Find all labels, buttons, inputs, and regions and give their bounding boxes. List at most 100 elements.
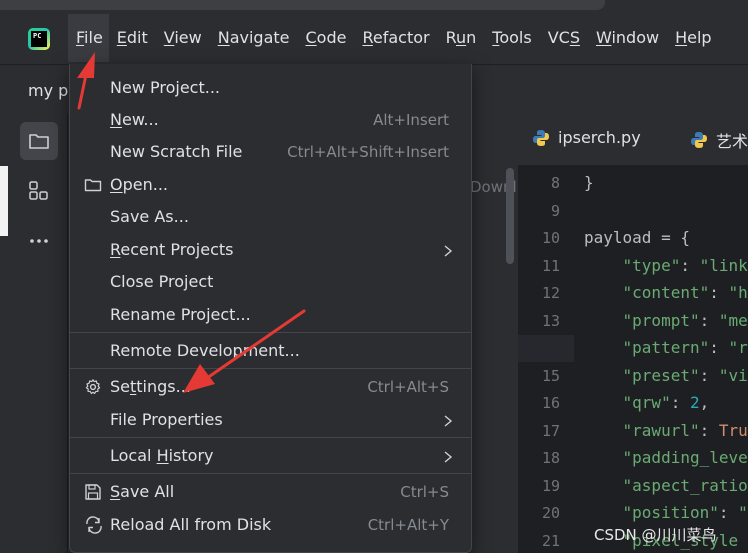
menu-refactor[interactable]: Refactor [354,14,437,62]
code-token: } [584,173,594,192]
code-token: " [738,503,748,522]
menu-item-new-project[interactable]: New Project... [70,72,471,104]
menu-tools[interactable]: Tools [484,14,539,62]
label-part: pen... [122,175,168,194]
mnemonic-letter: O [110,175,123,194]
menu-item-local-history[interactable]: Local History [70,440,471,472]
logo-text: PC [31,31,47,47]
pycharm-logo-icon[interactable]: PC [28,28,50,50]
menu-separator [70,368,471,369]
code-token: : [670,393,690,412]
menu-item-reload-all-from-disk[interactable]: Reload All from Disk Ctrl+Alt+Y [70,509,471,541]
line-number: 21 [541,531,560,550]
save-icon [84,483,102,505]
mnemonic-letter: C [305,28,317,47]
mnemonic-letter: N [110,110,122,129]
menu-item-shortcut: Alt+Insert [373,111,449,129]
menu-item-remote-development[interactable]: Remote Development... [70,335,471,367]
menu-help[interactable]: Help [667,14,719,62]
menu-item-new-scratch-file[interactable]: New Scratch File Ctrl+Alt+Shift+Insert [70,136,471,168]
menu-item-new[interactable]: New... Alt+Insert [70,104,471,136]
project-tool-button[interactable] [20,122,58,160]
code-token: "link [699,255,748,275]
menu-item-recent-projects[interactable]: Recent Projects [70,234,471,266]
menu-item-shortcut: Ctrl+S [400,483,449,501]
structure-icon [29,181,48,200]
menu-window[interactable]: Window [588,14,667,62]
code-line: "qrw": 2, [584,393,710,412]
folder-icon [84,176,102,198]
menu-item-label: Remote Development... [110,341,300,360]
mnemonic-letter: E [116,28,127,47]
label-part: Reload All from Disk [110,515,272,534]
label-part: ew... [121,110,159,129]
code-line: "preset": "vi [584,366,748,385]
menu-item-open[interactable]: Open... [70,169,471,201]
menu-file[interactable]: File [68,14,109,62]
menu-separator [70,437,471,438]
code-token: , [699,393,710,412]
line-number: 15 [541,366,560,385]
menu-item-rename-project[interactable]: Rename Project... [70,299,471,331]
mnemonic-letter: F [76,28,85,47]
menu-item-save-all[interactable]: Save All Ctrl+S [70,476,471,508]
label-part: File Properties [110,410,223,429]
menu-separator [70,473,471,474]
menu-code[interactable]: Code [298,14,355,62]
menu-item-close-project[interactable]: Close Project [70,266,471,298]
label-part: istory [168,446,214,465]
editor-tab[interactable]: ipserch.py [532,128,641,147]
line-number: 18 [541,449,560,467]
code-token: "vi [718,365,748,385]
gear-icon [84,378,102,400]
code-line: "prompt": "me [584,311,748,330]
code-token: : [699,365,719,385]
menu-item-label: Save As... [110,207,189,226]
label-part: elp [687,28,712,47]
chevron-right-icon [443,413,453,432]
menu-vcs[interactable]: VCS [540,14,588,62]
mnemonic-letter: R [110,240,121,259]
menu-navigate[interactable]: Navigate [210,14,298,62]
menu-item-settings[interactable]: Settings... Ctrl+Alt+S [70,371,471,403]
menu-run[interactable]: Run [438,14,485,62]
menu-edit[interactable]: Edit [109,14,156,62]
menu-item-label: Rename Project... [110,305,251,324]
label-part: New Project... [110,78,220,97]
mnemonic-letter: V [163,28,175,47]
code-token: "aspect_ratio [622,475,748,495]
mnemonic-letter: R [362,28,373,47]
panel-scrollbar[interactable] [506,168,514,264]
menu-item-save-as[interactable]: Save As... [70,201,471,233]
more-tools-button[interactable] [20,222,58,260]
label-part: efactor [372,28,430,47]
line-number: 20 [541,504,560,522]
label-part: Rename Project... [110,305,251,324]
label-part: ools [499,28,532,47]
menu-view[interactable]: View [156,14,210,62]
code-line: "type": "link [584,256,748,275]
editor-tab[interactable]: 艺术 [690,128,748,152]
menu-item-label: New... [110,110,159,129]
structure-tool-button[interactable] [20,172,58,210]
menu-item-file-properties[interactable]: File Properties [70,404,471,436]
editor-tab-label: ipserch.py [558,128,641,147]
code-token: : [699,420,719,440]
line-number: 16 [541,394,560,412]
code-line: payload = { [584,228,690,247]
menu-item-shortcut: Ctrl+Alt+Shift+Insert [287,143,449,161]
window-top-strip [0,0,605,10]
code-line: "position": " [584,503,748,522]
line-number: 12 [541,284,560,302]
label-part: ile [84,28,103,47]
label-part: Local [110,446,157,465]
code-line: "rawurl": Tru [584,421,748,440]
label-part: Se [110,377,130,396]
code-editor[interactable]: } payload = { "type": "link "content": "h… [574,166,748,553]
